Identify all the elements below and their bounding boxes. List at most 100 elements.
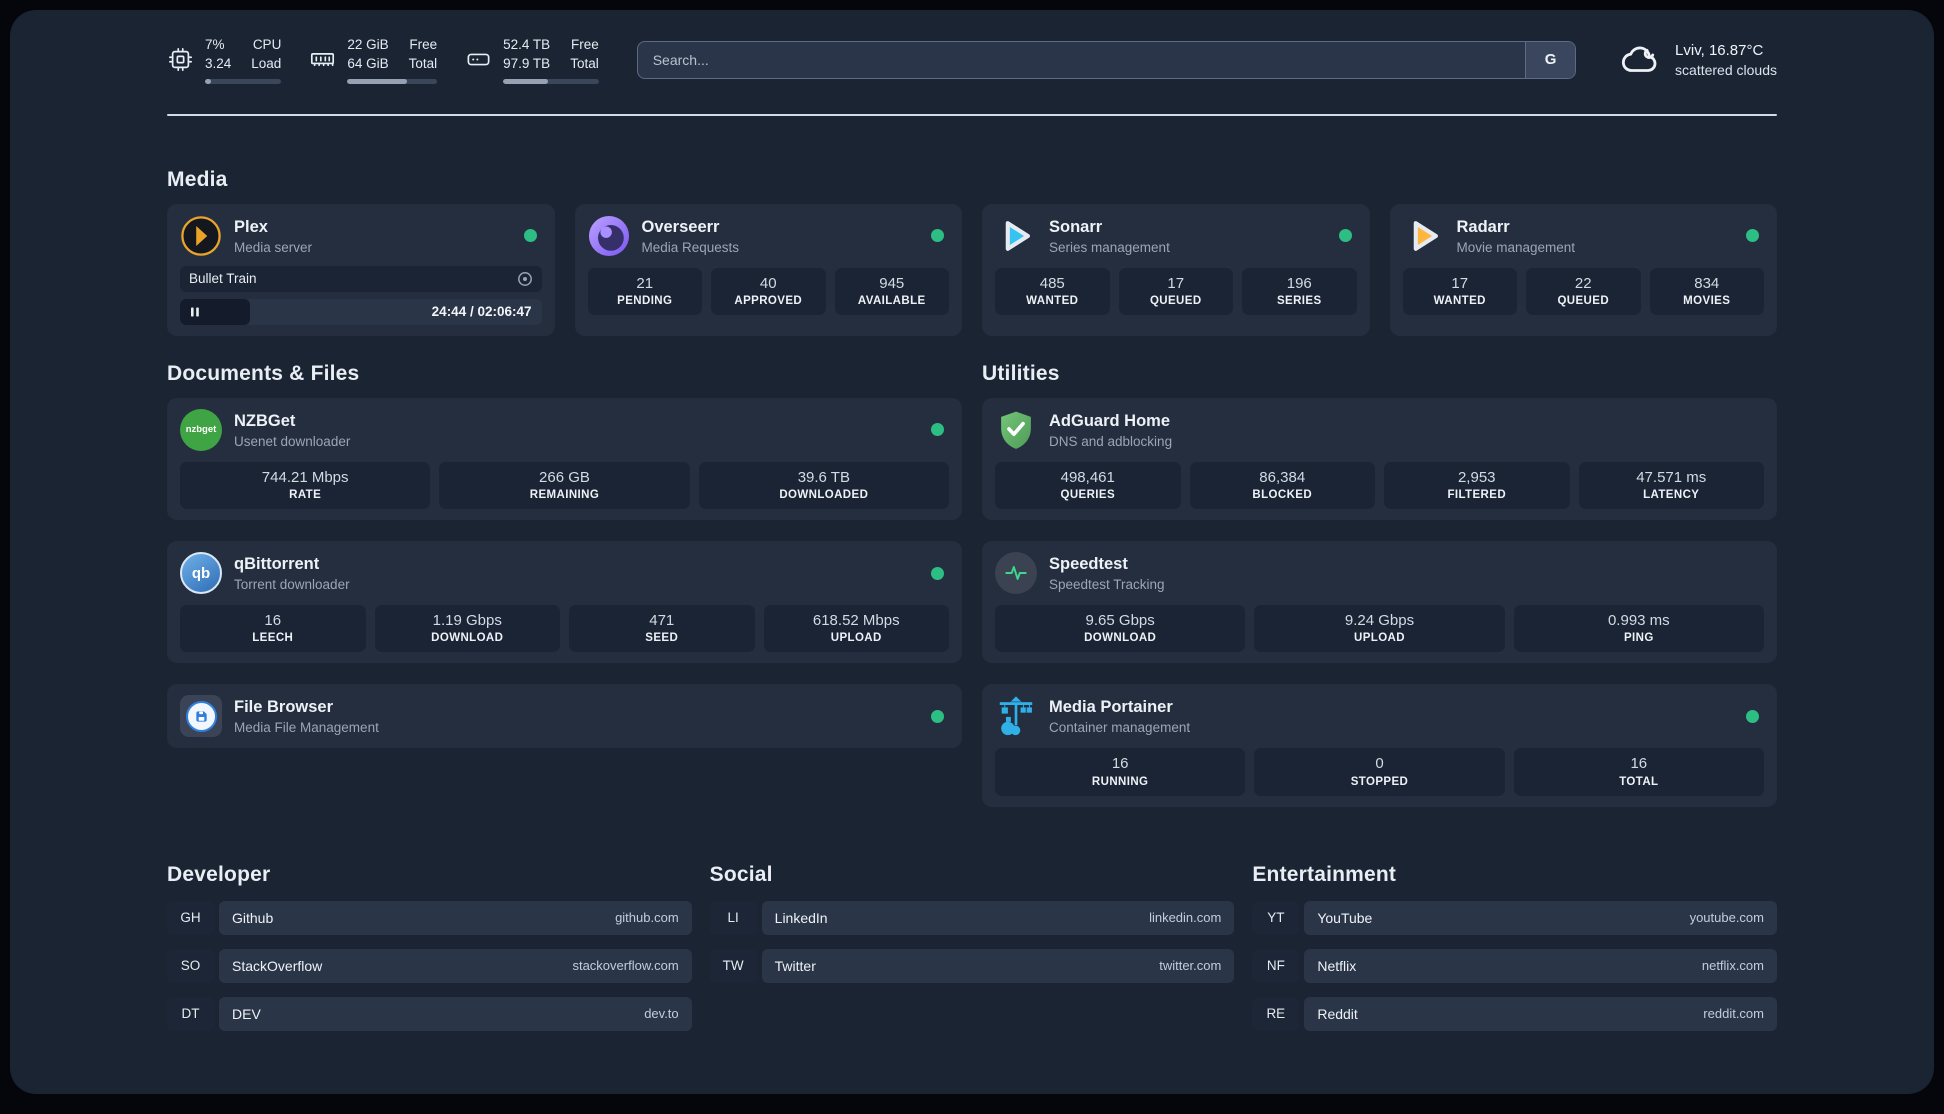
stat-label: REMAINING	[529, 489, 600, 502]
bookmark-name: Twitter	[774, 957, 816, 974]
bookmark-url: twitter.com	[1159, 958, 1222, 974]
bookmark-twitter[interactable]: TW Twitter twitter.com	[709, 948, 1235, 983]
bookmark-github[interactable]: GH Github github.com	[167, 900, 692, 935]
stat-tile: 0.993 ms PING	[1513, 605, 1764, 653]
bookmark-pill[interactable]: YouTube youtube.com	[1304, 900, 1777, 935]
bookmark-pill[interactable]: Netflix netflix.com	[1304, 948, 1777, 983]
bookmark-columns: Developer GH Github github.com SO StackO…	[167, 863, 1777, 1045]
stat-label: RUNNING	[1091, 775, 1149, 788]
playback-progress-bar: 24:44 / 02:06:47	[180, 298, 542, 325]
app-card-plex[interactable]: Plex Media server Bullet Train 24:44 / 0…	[167, 203, 555, 336]
app-card-speedtest[interactable]: Speedtest Speedtest Tracking 9.65 Gbps D…	[982, 541, 1777, 664]
bookmark-url: stackoverflow.com	[572, 958, 679, 974]
stat-label: LATENCY	[1643, 489, 1700, 502]
app-title: Radarr	[1456, 217, 1510, 236]
card-head: AdGuard Home DNS and adblocking	[995, 409, 1764, 451]
status-dot	[523, 229, 537, 243]
section-title-developer: Developer	[167, 862, 271, 886]
memory-free: 22 GiB	[347, 37, 389, 52]
top-bar: 7% 3.24 CPU Load 22 GiB 64 GiB Free Tota…	[167, 36, 1777, 84]
bookmark-abbr[interactable]: TW	[709, 948, 757, 983]
bookmark-abbr[interactable]: SO	[167, 948, 214, 983]
app-title: Plex	[234, 217, 268, 236]
stat-tile: 40 APPROVED	[711, 267, 826, 316]
plex-icon	[180, 215, 222, 257]
stats-row: 21 PENDING 40 APPROVED 945 AVAILABLE	[587, 267, 949, 316]
bookmark-url: linkedin.com	[1149, 910, 1222, 926]
developer-column: Developer GH Github github.com SO StackO…	[167, 863, 692, 1045]
bookmark-netflix[interactable]: NF Netflix netflix.com	[1252, 948, 1777, 983]
stat-tile: 744.21 Mbps RATE	[180, 461, 431, 510]
stat-label: PENDING	[617, 295, 673, 308]
stat-value: 16	[1111, 755, 1129, 773]
card-titles: NZBGet Usenet downloader	[234, 411, 919, 449]
app-title: AdGuard Home	[1049, 411, 1171, 430]
app-card-overseerr[interactable]: Overseerr Media Requests 21 PENDING 40 A…	[574, 203, 962, 336]
stat-tile: 834 MOVIES	[1649, 267, 1764, 316]
bookmark-pill[interactable]: Reddit reddit.com	[1304, 996, 1777, 1031]
search-engine-button[interactable]: G	[1525, 41, 1576, 78]
bookmark-pill[interactable]: Github github.com	[219, 900, 692, 935]
bookmark-linkedin[interactable]: LI LinkedIn linkedin.com	[709, 900, 1235, 935]
app-card-radarr[interactable]: Radarr Movie management 17 WANTED 22 QUE…	[1389, 203, 1777, 336]
bookmark-pill[interactable]: StackOverflow stackoverflow.com	[219, 948, 692, 983]
section-title-entertainment: Entertainment	[1252, 862, 1397, 886]
cpu-stat-body: 7% 3.24 CPU Load	[205, 36, 282, 84]
app-card-nzbget[interactable]: nzbget NZBGet Usenet downloader 744.21 M…	[167, 397, 962, 521]
documents-cards: nzbget NZBGet Usenet downloader 744.21 M…	[167, 397, 962, 749]
stat-label: SEED	[645, 632, 679, 645]
stats-row: 744.21 Mbps RATE 266 GB REMAINING 39.6 T…	[180, 461, 949, 510]
bookmark-pill[interactable]: LinkedIn linkedin.com	[761, 900, 1235, 935]
pause-icon[interactable]	[189, 306, 201, 318]
card-head: Plex Media server	[180, 215, 542, 257]
memory-stat: 22 GiB 64 GiB Free Total	[309, 36, 438, 84]
bookmark-abbr[interactable]: YT	[1252, 900, 1300, 935]
stat-label: APPROVED	[734, 295, 803, 308]
search-input[interactable]	[637, 41, 1526, 78]
disk-free-label: Free	[570, 37, 599, 52]
bookmark-youtube[interactable]: YT YouTube youtube.com	[1252, 900, 1777, 935]
app-card-file-browser[interactable]: File Browser Media File Management	[167, 684, 962, 749]
bookmark-pill[interactable]: DEV dev.to	[219, 996, 692, 1031]
now-playing-title: Bullet Train	[189, 271, 257, 287]
app-card-portainer[interactable]: Media Portainer Container management 16 …	[982, 684, 1777, 807]
playback-progress-fill	[180, 298, 251, 325]
bookmark-abbr[interactable]: LI	[709, 900, 757, 935]
bookmark-dev[interactable]: DT DEV dev.to	[167, 996, 692, 1031]
bookmark-stackoverflow[interactable]: SO StackOverflow stackoverflow.com	[167, 948, 692, 983]
bookmark-abbr[interactable]: RE	[1252, 996, 1300, 1031]
bookmark-name: Netflix	[1317, 957, 1357, 974]
stat-tile: 17 WANTED	[1402, 267, 1517, 316]
weather-text: Lviv, 16.87°C scattered clouds	[1675, 40, 1777, 81]
status-dot	[1746, 229, 1759, 243]
stat-tile: 618.52 Mbps UPLOAD	[763, 605, 949, 653]
app-card-adguard[interactable]: AdGuard Home DNS and adblocking 498,461 …	[982, 397, 1777, 521]
bookmark-pill[interactable]: Twitter twitter.com	[761, 948, 1235, 983]
bookmark-abbr[interactable]: DT	[167, 996, 214, 1031]
stat-value: 0	[1375, 755, 1384, 773]
stat-label: WANTED	[1433, 295, 1486, 308]
bookmark-reddit[interactable]: RE Reddit reddit.com	[1252, 996, 1777, 1031]
app-card-qbittorrent[interactable]: qb qBittorrent Torrent downloader 16 LEE…	[167, 541, 962, 664]
bookmark-abbr[interactable]: GH	[167, 900, 214, 935]
card-head: qb qBittorrent Torrent downloader	[180, 552, 949, 595]
stats-row: 17 WANTED 22 QUEUED 834 MOVIES	[1402, 267, 1764, 316]
disk-total-label: Total	[570, 55, 599, 71]
app-subtitle: Torrent downloader	[234, 576, 350, 592]
stat-label: AVAILABLE	[857, 295, 926, 308]
app-subtitle: Movie management	[1456, 239, 1576, 255]
cpu-stat: 7% 3.24 CPU Load	[167, 36, 282, 84]
documents-column: Documents & Files nzbget NZBGet Usenet d…	[167, 362, 962, 749]
section-title-utilities: Utilities	[982, 361, 1060, 385]
memory-progress-bar	[347, 78, 438, 84]
app-card-sonarr[interactable]: Sonarr Series management 485 WANTED 17 Q…	[982, 203, 1370, 336]
stat-tile: 485 WANTED	[995, 267, 1110, 316]
session-details-icon[interactable]	[517, 271, 533, 287]
stats-row: 9.65 Gbps DOWNLOAD 9.24 Gbps UPLOAD 0.99…	[995, 605, 1764, 653]
file-browser-icon	[180, 695, 222, 738]
stat-tile: 196 SERIES	[1242, 267, 1357, 316]
disk-stat: 52.4 TB 97.9 TB Free Total	[465, 36, 599, 84]
bookmark-abbr[interactable]: NF	[1252, 948, 1300, 983]
stat-label: MOVIES	[1683, 295, 1731, 308]
dashboard-page: 7% 3.24 CPU Load 22 GiB 64 GiB Free Tota…	[10, 10, 1934, 1094]
